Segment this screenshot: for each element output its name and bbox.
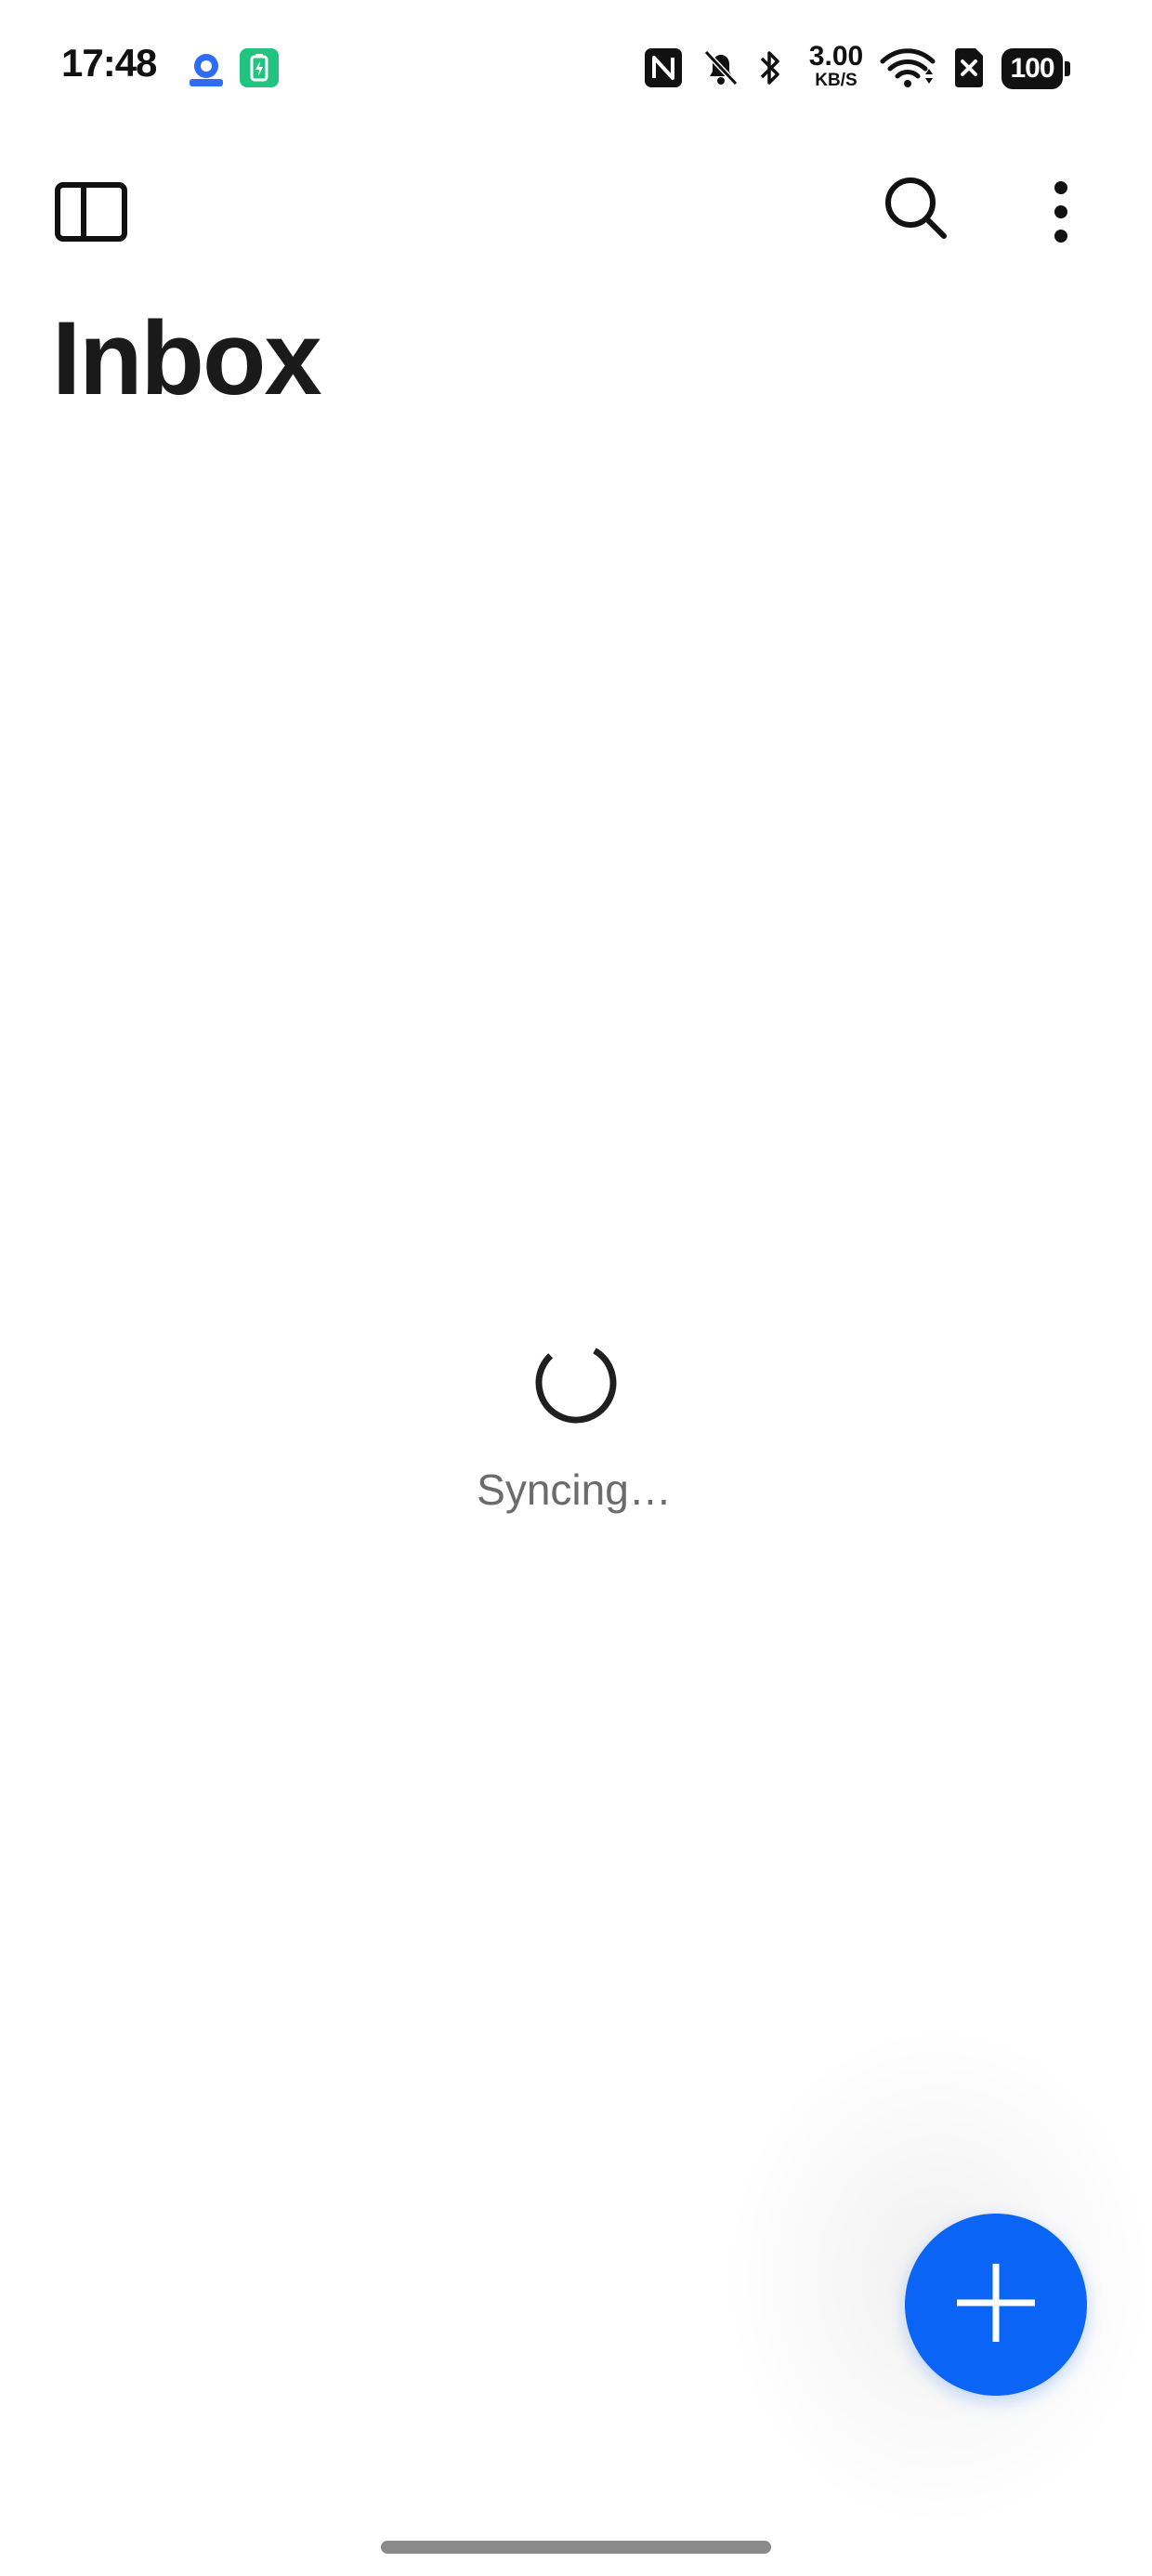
sync-status: Syncing… [0,1338,1152,1515]
more-options-button[interactable] [1015,167,1107,260]
network-speed-value: 3.00 [808,41,864,72]
do-not-disturb-icon [700,46,741,94]
sync-status-text: Syncing… [477,1465,672,1514]
status-time: 17:48 [61,41,157,85]
bluetooth-icon [756,46,784,94]
home-indicator[interactable] [381,2541,771,2554]
toggle-sidebar-button[interactable] [45,167,137,260]
page-title: Inbox [52,300,322,416]
network-speed-unit: KB/S [815,71,857,90]
wifi-icon [879,46,936,94]
network-speed: 3.00 KB/S [803,41,870,90]
plus-icon [951,2258,1041,2352]
search-icon [881,173,951,248]
search-button[interactable] [870,164,962,256]
sim-disabled-icon [951,46,987,94]
status-bar: 17:48 3.00 KB/S 100 [0,0,1152,139]
sidebar-panel-icon [54,181,128,247]
battery-saver-icon [240,48,279,87]
app-notification-icon [186,51,227,88]
more-vertical-icon [1052,179,1070,249]
battery-indicator: 100 [1001,48,1070,89]
loading-spinner-icon [0,1338,1152,1427]
nfc-icon [643,46,684,94]
compose-button[interactable] [905,2214,1087,2396]
battery-level: 100 [1010,53,1054,84]
